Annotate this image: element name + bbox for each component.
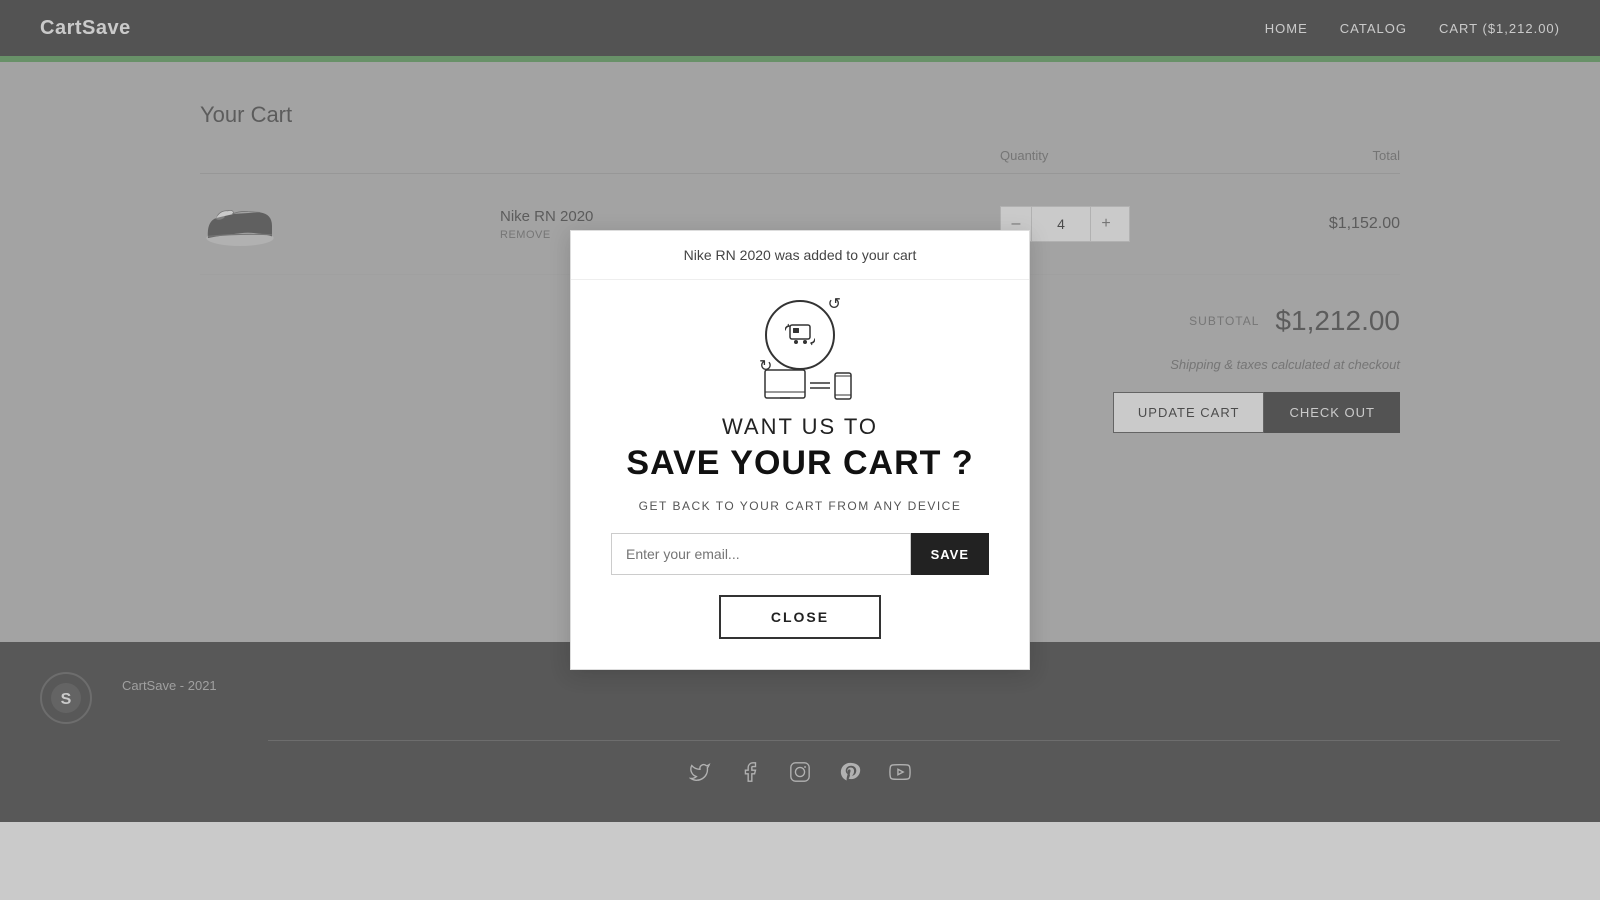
email-input[interactable]	[611, 533, 911, 575]
modal-title-big: SAVE YOUR CART ?	[626, 444, 973, 483]
save-button[interactable]: SAVE	[911, 533, 989, 575]
cart-save-icon	[765, 300, 835, 370]
device-icons	[760, 368, 840, 398]
save-cart-modal: Nike RN 2020 was added to your cart	[570, 230, 1030, 670]
cart-icon-svg	[785, 322, 815, 348]
close-button[interactable]: CLOSE	[719, 595, 881, 639]
modal-title-small: WANT US TO	[722, 414, 878, 440]
modal-overlay: Nike RN 2020 was added to your cart	[0, 0, 1600, 900]
modal-subtitle: GET BACK TO YOUR CART FROM ANY DEVICE	[639, 499, 962, 513]
modal-form: SAVE	[611, 533, 989, 575]
modal-body: WANT US TO SAVE YOUR CART ? GET BACK TO …	[571, 280, 1029, 669]
modal-notification: Nike RN 2020 was added to your cart	[571, 231, 1029, 280]
